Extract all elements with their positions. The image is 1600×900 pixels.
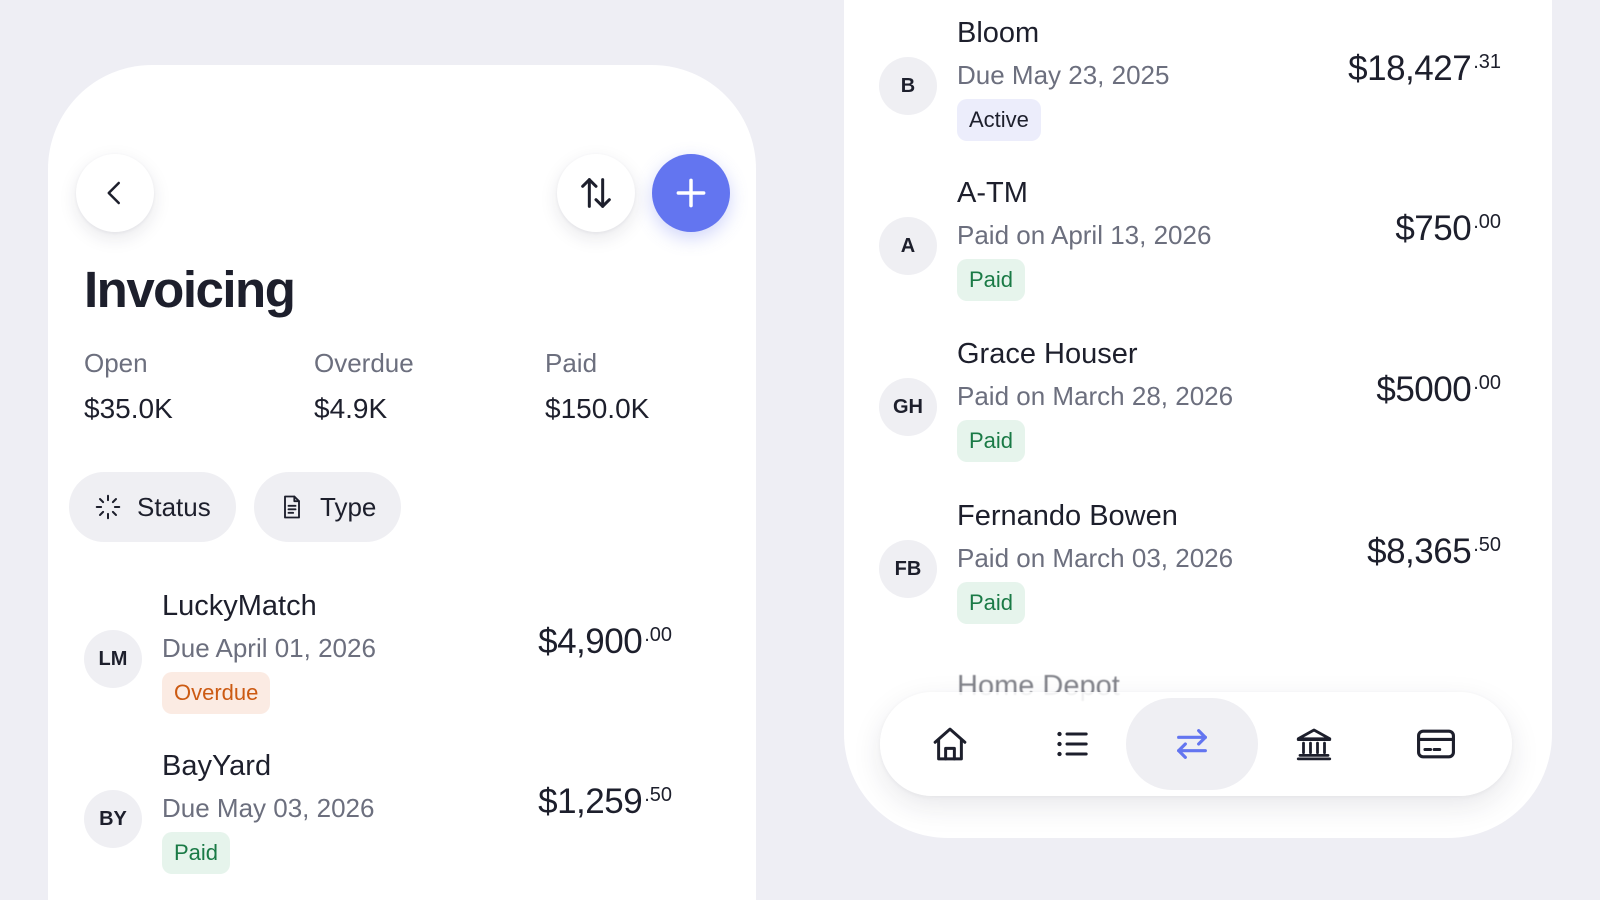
invoice-name: LuckyMatch: [162, 590, 317, 622]
stat-open: Open $35.0K: [84, 348, 173, 425]
invoice-row[interactable]: FB Fernando Bowen Paid on March 03, 2026…: [879, 500, 1501, 650]
invoice-name: A-TM: [957, 177, 1028, 209]
invoice-amount: $750.00: [1395, 209, 1501, 249]
amount-cents: .50: [644, 784, 672, 806]
invoice-amount: $1,259.50: [538, 782, 672, 822]
plus-icon: [676, 178, 706, 208]
invoice-date: Due May 23, 2025: [957, 60, 1170, 90]
invoice-amount: $4,900.00: [538, 622, 672, 662]
amount-main: $1,259: [538, 782, 643, 821]
invoice-name: BayYard: [162, 750, 272, 782]
stat-label: Open: [84, 348, 148, 378]
amount-cents: .31: [1473, 51, 1501, 73]
stat-label: Paid: [545, 348, 598, 378]
stat-value: $150.0K: [545, 393, 650, 424]
invoice-amount: $5000.00: [1376, 370, 1501, 410]
amount-cents: .00: [644, 624, 672, 646]
sort-button[interactable]: [557, 154, 635, 232]
nav-bank[interactable]: [1248, 698, 1380, 790]
home-icon: [933, 727, 967, 761]
chevron-left-icon: [107, 181, 120, 205]
invoice-date: Paid on April 13, 2026: [957, 220, 1212, 250]
invoice-name: Fernando Bowen: [957, 500, 1178, 532]
invoice-row[interactable]: A A-TM Paid on April 13, 2026 Paid $750.…: [879, 177, 1501, 327]
avatar: BY: [84, 790, 142, 848]
avatar: A: [879, 217, 937, 275]
stat-overdue: Overdue $4.9K: [314, 348, 414, 425]
add-invoice-button[interactable]: [652, 154, 730, 232]
sort-arrows-icon: [581, 178, 611, 208]
invoice-row[interactable]: B Bloom Due May 23, 2025 Active $18,427.…: [879, 17, 1501, 167]
bank-icon: [1296, 728, 1332, 761]
invoice-list-screen: B Bloom Due May 23, 2025 Active $18,427.…: [844, 0, 1552, 838]
stat-paid: Paid $150.0K: [545, 348, 649, 425]
status-badge: Paid: [957, 259, 1026, 301]
avatar: GH: [879, 378, 937, 436]
type-filter-label: Type: [320, 491, 377, 522]
stat-label: Overdue: [314, 348, 414, 378]
amount-cents: .00: [1473, 211, 1501, 233]
bottom-nav: [880, 692, 1512, 796]
amount-cents: .00: [1473, 372, 1501, 394]
document-icon: [284, 495, 300, 519]
avatar: B: [879, 57, 937, 115]
invoice-name: Grace Houser: [957, 338, 1138, 370]
avatar: LM: [84, 630, 142, 688]
status-badge: Paid: [957, 582, 1026, 624]
amount-main: $8,365: [1367, 532, 1472, 571]
amount-main: $4,900: [538, 622, 643, 661]
invoice-date: Paid on March 28, 2026: [957, 381, 1234, 411]
amount-main: $750: [1395, 209, 1472, 248]
stat-value: $4.9K: [314, 393, 388, 424]
page-title: Invoicing: [84, 261, 296, 318]
invoice-date: Due April 01, 2026: [162, 633, 376, 663]
nav-list[interactable]: [1006, 698, 1138, 790]
invoice-row[interactable]: LM LuckyMatch Due April 01, 2026 Overdue…: [84, 590, 672, 740]
invoice-date: Due May 03, 2026: [162, 793, 375, 823]
loader-icon: [95, 494, 121, 520]
nav-card[interactable]: [1370, 698, 1502, 790]
status-filter-label: Status: [137, 491, 211, 522]
invoice-amount: $18,427.31: [1348, 49, 1501, 89]
invoice-name: Bloom: [957, 17, 1040, 49]
stat-value: $35.0K: [84, 393, 173, 424]
status-badge: Active: [957, 99, 1041, 141]
status-badge: Paid: [162, 832, 231, 874]
status-badge: Overdue: [162, 672, 271, 714]
invoice-row[interactable]: GH Grace Houser Paid on March 28, 2026 P…: [879, 338, 1501, 488]
type-filter-chip[interactable]: Type: [254, 472, 402, 542]
avatar: FB: [879, 540, 937, 598]
invoice-amount: $8,365.50: [1367, 532, 1501, 572]
status-badge: Paid: [957, 420, 1026, 462]
amount-main: $18,427: [1348, 49, 1472, 88]
back-button[interactable]: [76, 154, 154, 232]
status-filter-chip[interactable]: Status: [69, 472, 236, 542]
nav-home[interactable]: [884, 698, 1016, 790]
credit-card-icon: [1417, 729, 1455, 759]
transfer-icon: [1177, 729, 1207, 759]
amount-main: $5000: [1376, 370, 1472, 409]
invoice-date: Paid on March 03, 2026: [957, 543, 1234, 573]
list-icon: [1057, 731, 1088, 757]
invoicing-screen: Invoicing Open $35.0K Overdue $4.9K Paid…: [48, 65, 756, 900]
invoice-row[interactable]: BY BayYard Due May 03, 2026 Paid $1,259.…: [84, 750, 672, 900]
nav-transfer[interactable]: [1126, 698, 1258, 790]
amount-cents: .50: [1473, 534, 1501, 556]
